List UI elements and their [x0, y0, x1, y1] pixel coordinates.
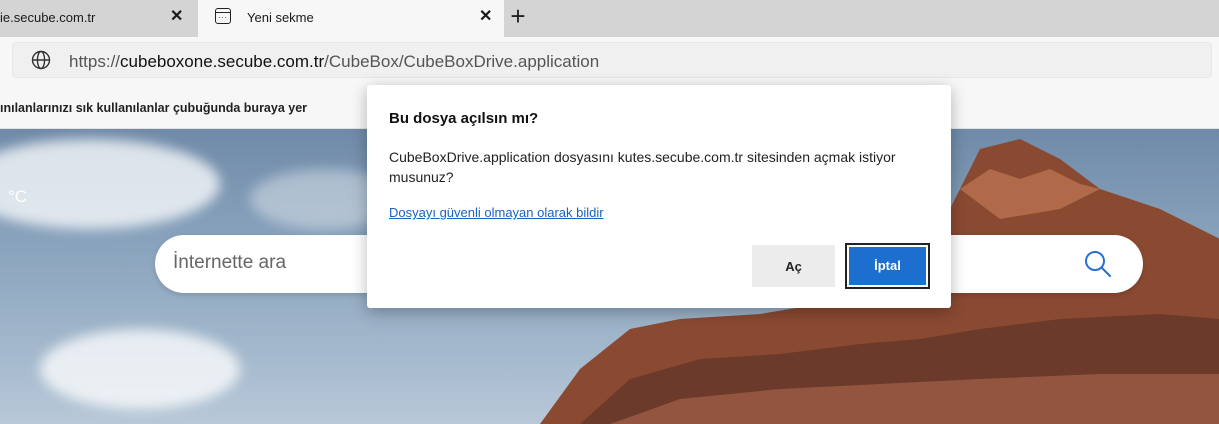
- tab-title: Yeni sekme: [247, 10, 314, 25]
- tab-title: ie.secube.com.tr: [0, 10, 96, 25]
- weather-temperature: °C: [8, 187, 28, 206]
- close-icon[interactable]: ✕: [170, 9, 183, 25]
- toolbar: https://cubeboxone.secube.com.tr/CubeBox…: [0, 37, 1219, 91]
- open-button[interactable]: Aç: [752, 245, 835, 287]
- cancel-button[interactable]: İptal: [845, 243, 930, 289]
- url-host: cubeboxone.secube.com.tr: [120, 52, 325, 71]
- url-path: /CubeBox/CubeBoxDrive.application: [324, 52, 600, 71]
- tab-new-tab[interactable]: ··· Yeni sekme ✕: [198, 0, 504, 37]
- search-icon[interactable]: [1083, 249, 1113, 279]
- tab-strip: ie.secube.com.tr ✕ ··· Yeni sekme ✕ +: [0, 0, 1219, 37]
- address-bar[interactable]: https://cubeboxone.secube.com.tr/CubeBox…: [12, 42, 1212, 78]
- url-text[interactable]: https://cubeboxone.secube.com.tr/CubeBox…: [69, 52, 599, 72]
- cancel-button-label: İptal: [849, 247, 926, 285]
- new-tab-page-icon: ···: [215, 8, 231, 24]
- dialog-message: CubeBoxDrive.application dosyasını kutes…: [389, 149, 896, 185]
- dialog-title: Bu dosya açılsın mı?: [389, 110, 539, 127]
- search-input[interactable]: İnternette ara: [173, 252, 286, 274]
- new-tab-button[interactable]: +: [504, 2, 532, 32]
- tab-secube[interactable]: ie.secube.com.tr ✕: [0, 0, 196, 37]
- background-cloud: [0, 139, 220, 229]
- url-prefix: https://: [69, 52, 121, 71]
- close-icon[interactable]: ✕: [479, 9, 492, 25]
- favorites-bar-hint: ınılanlarınızı sık kullanılanlar çubuğun…: [0, 101, 308, 115]
- report-unsafe-link[interactable]: Dosyayı güvenli olmayan olarak bildir: [389, 205, 604, 220]
- globe-icon[interactable]: [31, 50, 51, 70]
- background-cloud: [40, 329, 240, 409]
- open-file-dialog: Bu dosya açılsın mı? CubeBoxDrive.applic…: [367, 85, 951, 308]
